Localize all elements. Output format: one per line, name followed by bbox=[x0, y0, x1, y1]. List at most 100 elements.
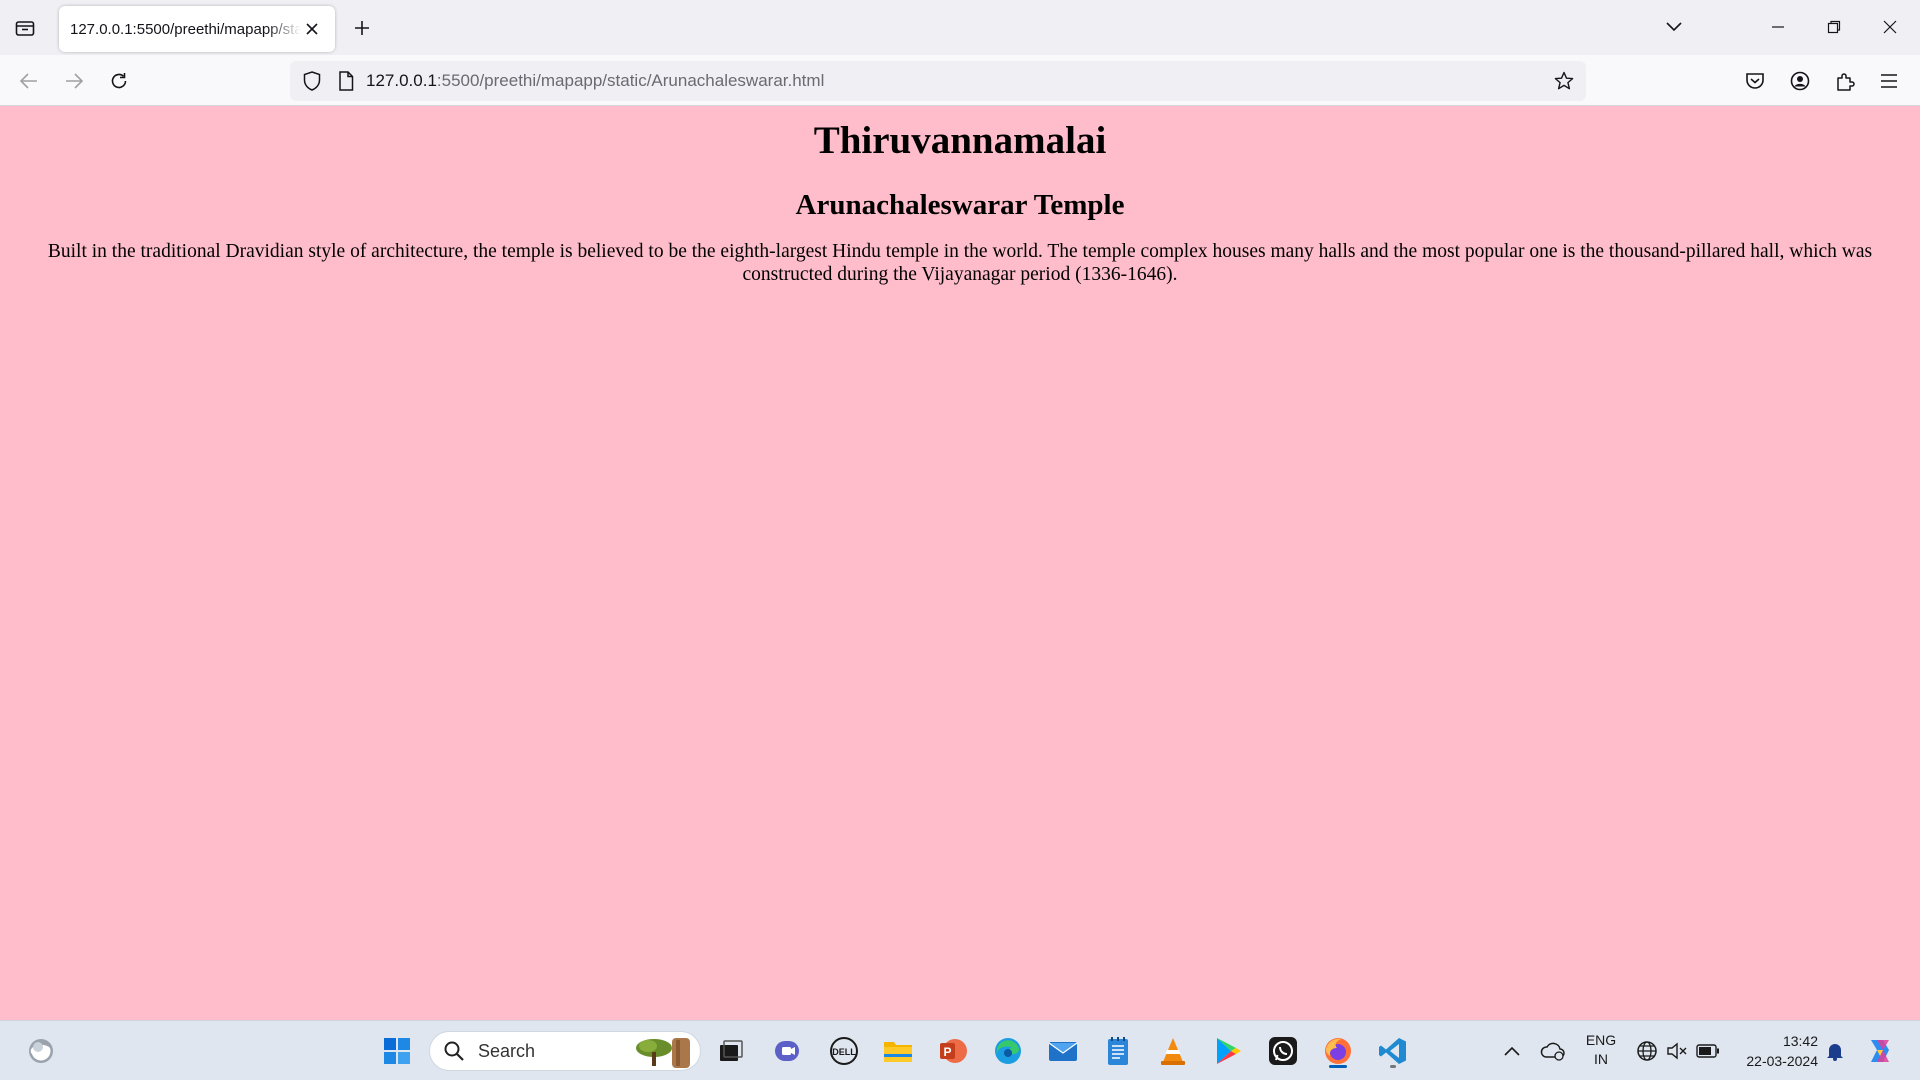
onedrive-tray-button[interactable] bbox=[1534, 1031, 1572, 1071]
notifications-button[interactable] bbox=[1818, 1031, 1852, 1071]
globe-icon bbox=[1637, 1041, 1657, 1061]
cloud-sync-icon bbox=[1540, 1042, 1565, 1061]
svg-text:DELL: DELL bbox=[832, 1047, 856, 1057]
taskbar-file-explorer[interactable] bbox=[878, 1031, 918, 1071]
taskbar-clock[interactable]: 13:42 22-03-2024 bbox=[1728, 1031, 1818, 1071]
search-highlight-tree-icon bbox=[636, 1038, 690, 1068]
star-icon bbox=[1554, 71, 1574, 90]
active-tab[interactable]: 127.0.0.1:5500/preethi/mapapp/static/Aru… bbox=[59, 6, 335, 52]
whatsapp-icon bbox=[1269, 1037, 1297, 1065]
network-tray-button[interactable] bbox=[1630, 1031, 1664, 1071]
taskbar-powerpoint[interactable]: P bbox=[933, 1031, 973, 1071]
taskbar-whatsapp[interactable] bbox=[1263, 1031, 1303, 1071]
taskbar-dell[interactable]: DELL bbox=[824, 1031, 864, 1071]
puzzle-icon bbox=[1837, 73, 1855, 91]
taskbar-teams[interactable] bbox=[768, 1031, 808, 1071]
tab-title: 127.0.0.1:5500/preethi/mapapp/static/Aru… bbox=[70, 20, 301, 38]
taskbar-firefox[interactable] bbox=[1318, 1031, 1358, 1071]
minimize-icon bbox=[1772, 26, 1784, 28]
file-explorer-icon bbox=[884, 1042, 912, 1062]
chevron-down-icon bbox=[1666, 22, 1682, 32]
bookmark-star-button[interactable] bbox=[1552, 69, 1576, 93]
taskbar-play-store[interactable] bbox=[1208, 1031, 1248, 1071]
notepad-icon bbox=[1108, 1037, 1128, 1065]
close-window-button[interactable] bbox=[1862, 0, 1918, 54]
show-hidden-icons-button[interactable] bbox=[1492, 1031, 1532, 1071]
close-icon bbox=[1883, 20, 1897, 34]
shield-icon bbox=[303, 71, 321, 91]
copilot-button[interactable] bbox=[1860, 1031, 1900, 1071]
page-subtitle: Arunachaleswarar Temple bbox=[795, 189, 1125, 221]
windows-start-icon bbox=[384, 1038, 410, 1064]
new-tab-button[interactable] bbox=[347, 14, 377, 42]
taskbar-task-view[interactable] bbox=[711, 1031, 751, 1071]
forward-button[interactable] bbox=[57, 64, 91, 98]
input-language-indicator[interactable]: ENG IN bbox=[1576, 1031, 1626, 1069]
copilot-icon bbox=[1871, 1040, 1889, 1062]
speaker-muted-icon bbox=[1667, 1042, 1687, 1060]
plus-icon bbox=[355, 21, 369, 35]
task-view-icon bbox=[720, 1040, 743, 1061]
address-bar[interactable]: 127.0.0.1:5500/preethi/mapapp/static/Aru… bbox=[290, 61, 1586, 101]
back-button[interactable] bbox=[12, 64, 46, 98]
extensions-button[interactable] bbox=[1828, 64, 1862, 98]
powerpoint-icon: P bbox=[940, 1039, 967, 1063]
pocket-button[interactable] bbox=[1738, 64, 1772, 98]
reload-button[interactable] bbox=[102, 64, 136, 98]
clock-date: 22-03-2024 bbox=[1746, 1053, 1818, 1069]
url-path: :5500/preethi/mapapp/static/Arunachalesw… bbox=[436, 71, 825, 90]
windows-taskbar: Search DELL P ENG IN 13:42 22-03-2024 bbox=[0, 1020, 1920, 1080]
dell-icon: DELL bbox=[830, 1037, 858, 1065]
hamburger-menu-icon bbox=[1881, 74, 1897, 88]
volume-tray-button[interactable] bbox=[1660, 1031, 1694, 1071]
battery-icon bbox=[1696, 1044, 1719, 1058]
list-all-tabs-button[interactable] bbox=[10, 14, 40, 42]
vlc-icon bbox=[1161, 1038, 1185, 1065]
page-title: Thiruvannamalai bbox=[813, 119, 1107, 162]
arrow-left-icon bbox=[20, 73, 37, 89]
tabs-overflow-button[interactable] bbox=[1658, 12, 1690, 42]
taskbar-notepad[interactable] bbox=[1098, 1031, 1138, 1071]
open-app-indicator bbox=[1390, 1065, 1396, 1068]
minimize-button[interactable] bbox=[1750, 0, 1806, 54]
clock-time: 13:42 bbox=[1782, 1033, 1818, 1049]
pocket-icon bbox=[1746, 73, 1764, 89]
account-button[interactable] bbox=[1783, 64, 1817, 98]
chevron-up-icon bbox=[1504, 1046, 1520, 1056]
region-code: IN bbox=[1594, 1051, 1608, 1067]
arrow-right-icon bbox=[66, 73, 83, 89]
mail-icon bbox=[1048, 1042, 1078, 1061]
temple-description: Built in the traditional Dravidian style… bbox=[47, 241, 1873, 285]
taskbar-vlc[interactable] bbox=[1153, 1031, 1193, 1071]
vscode-icon bbox=[1379, 1038, 1406, 1064]
restore-icon bbox=[1827, 20, 1841, 34]
taskbar-mail[interactable] bbox=[1043, 1031, 1083, 1071]
widgets-icon bbox=[29, 1039, 53, 1063]
search-label: Search bbox=[478, 1040, 536, 1061]
tab-list-icon bbox=[15, 21, 35, 36]
start-button[interactable] bbox=[377, 1031, 417, 1071]
taskbar-vscode[interactable] bbox=[1373, 1031, 1413, 1071]
account-icon bbox=[1790, 71, 1810, 91]
tab-bar: 127.0.0.1:5500/preethi/mapapp/static/Aru… bbox=[0, 0, 1920, 55]
battery-tray-button[interactable] bbox=[1690, 1031, 1726, 1071]
app-menu-button[interactable] bbox=[1872, 64, 1906, 98]
firefox-icon bbox=[1325, 1038, 1351, 1064]
bell-icon bbox=[1827, 1044, 1843, 1061]
taskbar-edge[interactable] bbox=[988, 1031, 1028, 1071]
close-tab-button[interactable] bbox=[301, 18, 323, 40]
page-icon bbox=[339, 71, 354, 91]
web-page-content: Thiruvannamalai Arunachaleswarar Temple … bbox=[0, 106, 1920, 1020]
close-icon bbox=[306, 23, 318, 35]
edge-icon bbox=[995, 1038, 1021, 1064]
play-store-icon bbox=[1217, 1038, 1241, 1064]
restore-button[interactable] bbox=[1806, 0, 1862, 54]
taskbar-search-box[interactable]: Search bbox=[429, 1031, 701, 1071]
widgets-button[interactable] bbox=[21, 1031, 61, 1071]
url-text[interactable]: 127.0.0.1:5500/preethi/mapapp/static/Aru… bbox=[366, 61, 824, 101]
site-info-button[interactable] bbox=[334, 69, 358, 93]
url-host: 127.0.0.1 bbox=[366, 71, 437, 90]
svg-text:P: P bbox=[943, 1045, 951, 1059]
language-code: ENG bbox=[1585, 1032, 1617, 1048]
tracking-protection-button[interactable] bbox=[300, 69, 324, 93]
